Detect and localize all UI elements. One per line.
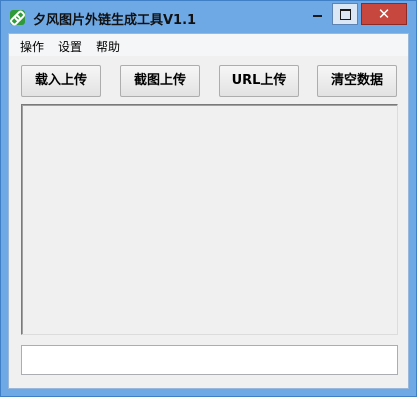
minimize-icon <box>313 15 322 17</box>
link-output-field[interactable] <box>21 345 398 375</box>
menu-operate[interactable]: 操作 <box>20 38 44 55</box>
screenshot-upload-button[interactable]: 截图上传 <box>120 65 200 97</box>
title-bar[interactable]: 夕风图片外链生成工具V1.1 ✕ <box>1 1 416 33</box>
client-area: 操作 设置 帮助 载入上传 截图上传 URL上传 清空数据 <box>8 33 409 389</box>
window-title: 夕风图片外链生成工具V1.1 <box>33 13 197 28</box>
image-preview-panel[interactable] <box>21 104 398 335</box>
url-upload-button[interactable]: URL上传 <box>219 65 299 97</box>
maximize-icon <box>340 9 351 20</box>
menu-bar: 操作 设置 帮助 <box>9 34 408 56</box>
maximize-button[interactable] <box>332 3 358 25</box>
menu-help[interactable]: 帮助 <box>96 38 120 55</box>
minimize-button[interactable] <box>304 3 330 25</box>
close-button[interactable]: ✕ <box>361 3 407 25</box>
close-icon: ✕ <box>377 5 391 23</box>
menu-settings[interactable]: 设置 <box>58 38 82 55</box>
clear-data-button[interactable]: 清空数据 <box>317 65 397 97</box>
link-icon <box>10 10 25 25</box>
app-window: 夕风图片外链生成工具V1.1 ✕ 操作 设置 帮助 载入上传 截图上传 URL上… <box>0 0 417 397</box>
load-upload-button[interactable]: 载入上传 <box>21 65 101 97</box>
